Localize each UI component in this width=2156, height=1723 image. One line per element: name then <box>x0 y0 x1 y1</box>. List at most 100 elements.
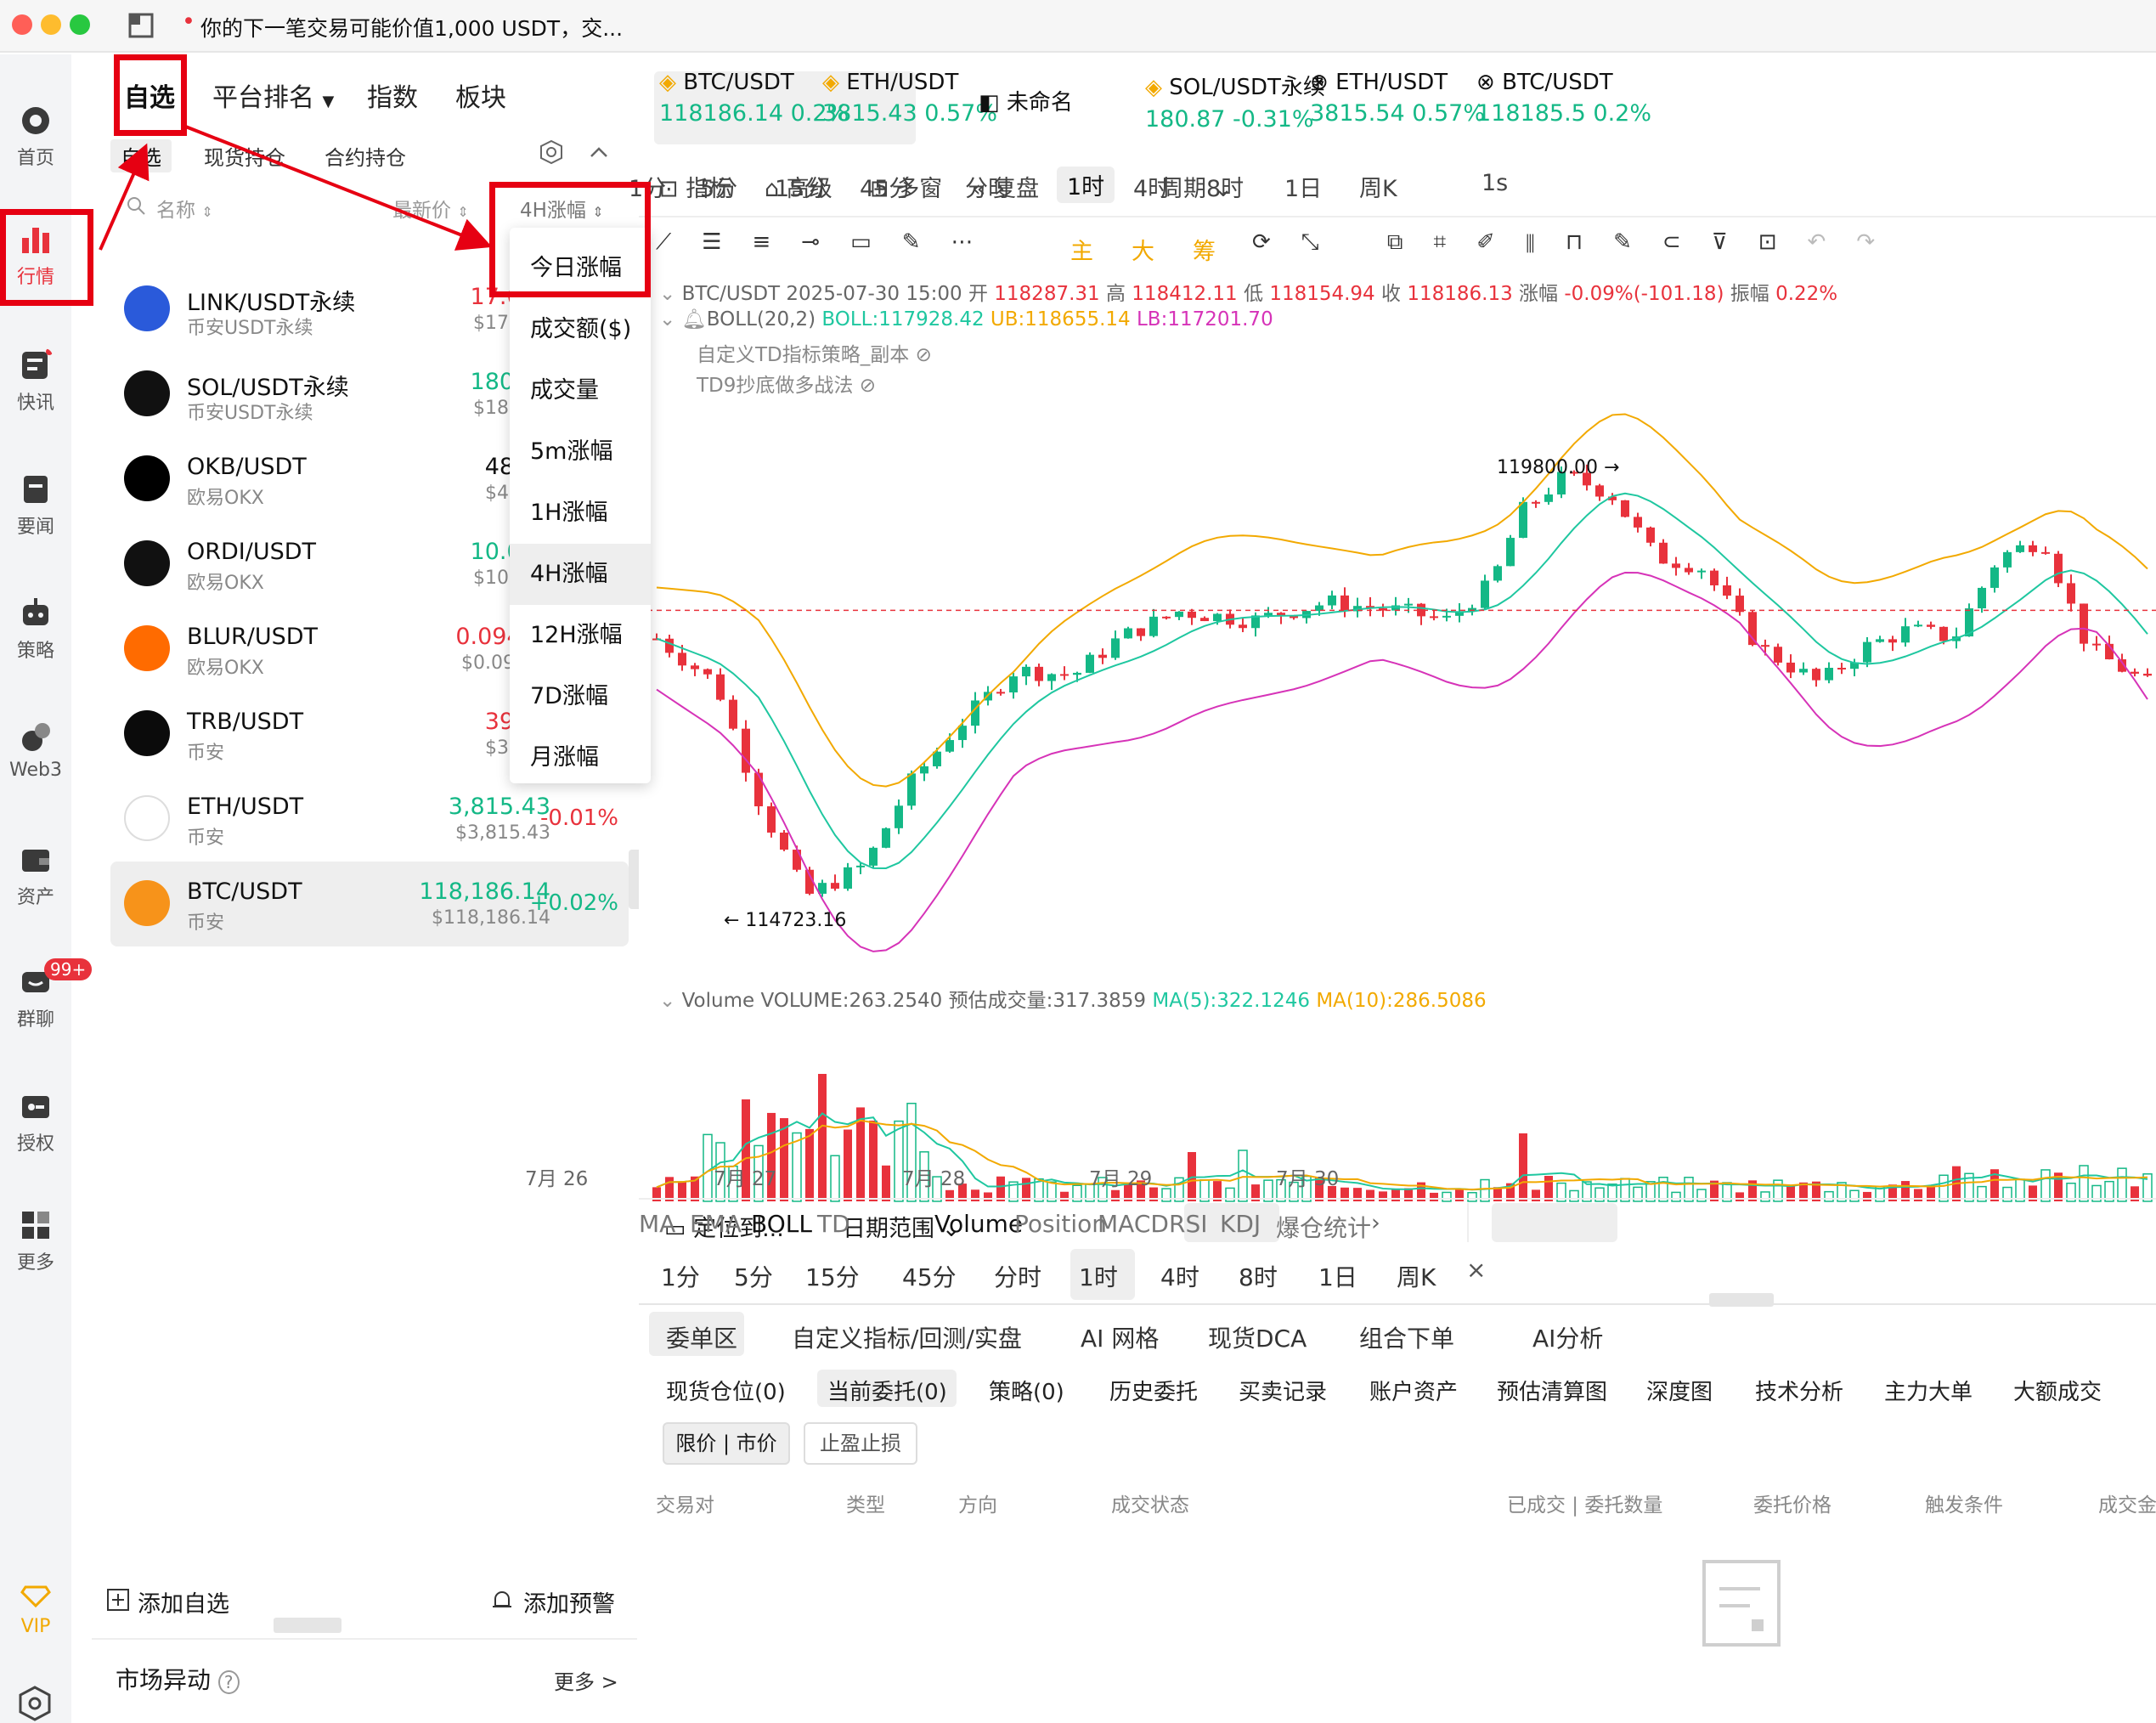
settings-gear-icon[interactable] <box>17 1686 53 1721</box>
panel-resize-handle[interactable] <box>274 1618 341 1633</box>
sub-indicator-tab[interactable]: Position <box>1014 1210 1107 1238</box>
main-indicator-tab[interactable]: MA <box>639 1210 675 1238</box>
subtab-spot-holdings[interactable]: 现货持仓 <box>204 141 285 171</box>
sort-option[interactable]: 成交量 <box>510 360 651 421</box>
period-option[interactable]: 8时 <box>1239 1259 1278 1293</box>
market-moves-title[interactable]: 市场异动 ? <box>116 1662 240 1696</box>
eye-hidden-icon[interactable]: ⊘ <box>916 344 932 366</box>
main-indicator-tab[interactable]: BOLL <box>751 1210 812 1238</box>
period-option[interactable]: 15分 <box>805 1259 860 1293</box>
tab-sector[interactable]: 板块 <box>455 76 506 114</box>
period-option[interactable]: 1分 <box>661 1259 700 1293</box>
period-option[interactable]: 1日 <box>1318 1259 1357 1293</box>
rect-tool-icon[interactable]: ▭ <box>850 229 902 255</box>
channel-tool-icon[interactable]: ≡ <box>753 229 802 255</box>
search-icon[interactable] <box>126 195 146 216</box>
add-alert-button[interactable]: 添加预警 <box>523 1585 615 1618</box>
minimize-window-button[interactable] <box>41 14 61 35</box>
order-subtab[interactable]: 主力大单 <box>1884 1375 1973 1406</box>
order-subtab[interactable]: 预估清算图 <box>1497 1375 1607 1406</box>
collapse-icon[interactable]: ⌄ <box>659 308 682 330</box>
sidebar-item-more[interactable]: 更多 <box>0 1201 71 1283</box>
undo-icon[interactable]: ↶ <box>1808 229 1857 255</box>
close-window-button[interactable] <box>12 14 32 35</box>
sidebar-item-web3[interactable]: Web3 <box>0 714 71 795</box>
sub-indicator-tab[interactable]: 爆仓统计 <box>1276 1210 1371 1244</box>
sidebar-item-strategy[interactable]: 策略 <box>0 590 71 671</box>
candles-icon[interactable]: ⫴ <box>1526 229 1566 255</box>
sidebar-item-assets[interactable]: 资产 <box>0 836 71 918</box>
redo-icon[interactable]: ↷ <box>1856 229 1905 255</box>
trendline-tool-icon[interactable]: ⟋ <box>656 229 702 255</box>
custom-td-indicator[interactable]: 自定义TD指标策略_副本 ⊘ <box>697 338 932 367</box>
ticker-tab[interactable]: ◈ ETH/USDT 3815.43 0.57% <box>822 70 997 138</box>
copy-icon[interactable]: ⧉ <box>1387 229 1434 255</box>
main-force-button[interactable]: 主 <box>1070 233 1093 266</box>
bell-icon[interactable]: 🔔︎ <box>682 308 707 330</box>
sort-option[interactable]: 7D涨幅 <box>510 666 651 727</box>
collapse-icon[interactable]: ⌄ <box>659 990 682 1012</box>
collapse-chevron-up-icon[interactable] <box>588 141 610 163</box>
filter-icon[interactable]: ⊽ <box>1712 229 1758 255</box>
period-option[interactable]: 分时 <box>994 1259 1041 1293</box>
period-option[interactable]: 4时 <box>1133 170 1171 203</box>
pen-icon[interactable]: ✐ <box>1476 229 1526 255</box>
sub-indicator-tab[interactable]: RSI <box>1169 1210 1208 1238</box>
bottom-panel-tab[interactable]: AI分析 <box>1532 1320 1603 1354</box>
main-indicator-tab[interactable]: TD <box>817 1210 850 1238</box>
watchlist-row[interactable]: ETH/USDT 币安 3,815.43 $3,815.43 -0.01% <box>110 777 629 862</box>
drawing-tools[interactable]: ⟋☰≡⊸▭✎⋯ <box>656 229 1003 256</box>
collapse-icon[interactable]: ⌄ <box>659 283 682 305</box>
period-option[interactable]: 15分 <box>775 170 827 203</box>
more-link[interactable]: 更多 > <box>554 1665 618 1695</box>
period-option[interactable]: 1时 <box>1079 1259 1118 1293</box>
ticker-tab[interactable]: ⊗ BTC/USDT 118185.5 0.2% <box>1476 70 1651 138</box>
lock-icon[interactable]: ⊓ <box>1566 229 1613 255</box>
sort-option[interactable]: 成交额($) <box>510 299 651 360</box>
measure-icon[interactable]: ⤡ <box>1301 229 1350 255</box>
td9-indicator[interactable]: TD9抄底做多战法 ⊘ <box>697 369 876 398</box>
period-option[interactable]: 5分 <box>734 1259 773 1293</box>
sidebar-item-flash[interactable]: 快讯 <box>0 342 71 423</box>
col-name[interactable]: 名称 ⇕ <box>156 194 213 223</box>
indicator-scroll-right-icon[interactable]: › <box>1371 1210 1380 1236</box>
sidebar-item-home[interactable]: 首页 <box>0 97 71 178</box>
order-subtab[interactable]: 当前委托(0) <box>827 1375 947 1406</box>
ticker-tab[interactable]: ⊗ ETH/USDT 3815.54 0.57% <box>1310 70 1485 138</box>
window-layout-icon[interactable] <box>127 12 155 39</box>
sidebar-item-headline[interactable]: 要闻 <box>0 466 71 547</box>
subtab-contract-holdings[interactable]: 合约持仓 <box>325 141 406 171</box>
sync-icon[interactable]: ⟳ <box>1252 229 1301 255</box>
sub-indicator-tab[interactable]: KDJ <box>1220 1210 1261 1238</box>
period-option[interactable]: 1s <box>1482 170 1508 196</box>
brush-tool-icon[interactable]: ✎ <box>902 229 951 255</box>
sort-option[interactable]: 1H涨幅 <box>510 483 651 544</box>
main-indicator-tab[interactable]: EMA <box>690 1210 742 1238</box>
order-subtab[interactable]: 技术分析 <box>1755 1375 1843 1406</box>
volume-chart[interactable] <box>639 1014 2156 1218</box>
chip-distribution-button[interactable]: 筹 <box>1193 233 1216 266</box>
sort-option[interactable]: 5m涨幅 <box>510 421 651 483</box>
note-icon[interactable]: ✎ <box>1613 229 1662 255</box>
ticker-tab[interactable]: ◧ 未命名 <box>979 85 1073 153</box>
sort-option[interactable]: 月涨幅 <box>510 727 651 788</box>
period-option[interactable]: 周K <box>1397 1259 1436 1293</box>
tp-sl-filter[interactable]: 止盈止损 <box>804 1422 917 1465</box>
bell-icon[interactable] <box>491 1589 513 1613</box>
tool-icons[interactable]: ⟳⤡ ⧉⌗✐⫴⊓✎⊂⊽⊡↶↷ <box>1252 229 1905 256</box>
period-option[interactable]: 1日 <box>1284 170 1322 203</box>
period-option[interactable]: 8时 <box>1206 170 1244 203</box>
sub-indicator-tab[interactable]: MACD <box>1098 1210 1169 1238</box>
big-order-button[interactable]: 大 <box>1132 233 1154 266</box>
order-subtab[interactable]: 账户资产 <box>1369 1375 1458 1406</box>
period-option[interactable]: 1时 <box>1057 167 1115 203</box>
bottom-panel-tab[interactable]: 组合下单 <box>1359 1320 1454 1354</box>
bottom-panel-tab[interactable]: AI 网格 <box>1081 1320 1159 1354</box>
bottom-panel-tab[interactable]: 委单区 <box>666 1320 737 1354</box>
sidebar-item-authorize[interactable]: 授权 <box>0 1082 71 1164</box>
ticker-tab[interactable]: ◈ SOL/USDT永续 180.87 -0.31% <box>1145 70 1325 138</box>
bottom-panel-tab[interactable]: 自定义指标/回测/实盘 <box>792 1320 1022 1354</box>
more-tools-icon[interactable]: ⋯ <box>951 229 1003 255</box>
bottom-panel-tab[interactable]: 现货DCA <box>1208 1320 1307 1354</box>
sidebar-item-chat[interactable]: 群聊 99+ <box>0 958 93 1040</box>
